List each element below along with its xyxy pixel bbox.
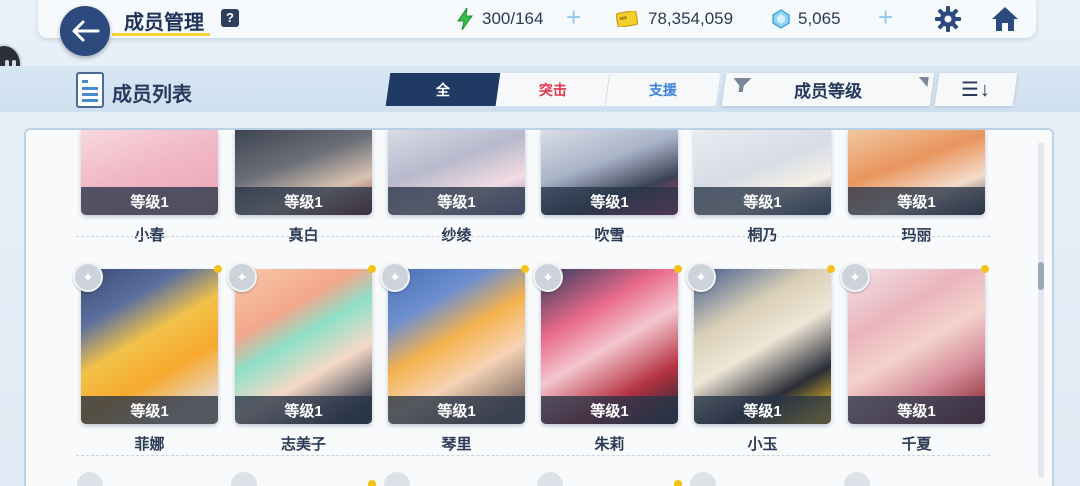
add-gems-button[interactable]: + (878, 4, 893, 30)
pin-icon[interactable]: ✦ (73, 262, 103, 292)
member-card[interactable]: 等级1 (541, 269, 678, 424)
dropdown-corner-icon (917, 77, 929, 87)
pin-icon[interactable]: ✦ (686, 262, 716, 292)
member-name: 玛丽 (901, 227, 932, 244)
sort-dropdown[interactable]: 成员等级 (721, 73, 935, 106)
title-underline (112, 33, 210, 36)
member-card[interactable]: 等级1 (235, 269, 372, 424)
row-divider (76, 455, 990, 456)
new-indicator-dot (368, 265, 376, 273)
member-card[interactable]: 等级1 (848, 130, 985, 215)
pin-icon[interactable]: ✦ (227, 262, 257, 292)
new-indicator-dot (674, 480, 682, 486)
sort-dropdown-label: 成员等级 (794, 82, 862, 101)
gear-icon[interactable] (934, 5, 962, 33)
new-indicator-dot (827, 265, 835, 273)
member-level: 等级1 (848, 187, 985, 215)
add-stamina-button[interactable]: + (566, 4, 581, 30)
member-name: 真白 (288, 227, 319, 244)
member-level: 等级1 (388, 187, 525, 215)
member-card[interactable]: 等级1 (235, 130, 372, 215)
filter-tab-support-label: 支援 (649, 81, 677, 98)
scrollbar-thumb[interactable] (1038, 262, 1044, 290)
member-level: 等级1 (235, 187, 372, 215)
filter-tab-support[interactable]: 支援 (605, 73, 721, 106)
member-card[interactable]: 等级1 (694, 269, 831, 424)
member-card[interactable]: 等级1 (81, 269, 218, 424)
member-name: 琴里 (441, 436, 472, 453)
member-name: 吹雪 (594, 227, 625, 244)
gems-value: 5,065 (798, 9, 841, 28)
member-name: 菲娜 (134, 436, 165, 453)
member-card[interactable]: 等级1 (81, 130, 218, 215)
pin-icon[interactable]: ✦ (380, 262, 410, 292)
member-level: 等级1 (694, 396, 831, 424)
filter-funnel-icon (732, 78, 752, 92)
member-level: 等级1 (541, 187, 678, 215)
page-title: 成员管理 (124, 12, 204, 34)
pin-icon[interactable]: ✦ (533, 262, 563, 292)
member-card[interactable]: 等级1 (541, 130, 678, 215)
filter-tab-strike[interactable]: 突击 (495, 73, 611, 106)
credit-card-icon (616, 11, 638, 27)
new-indicator-dot (214, 265, 222, 273)
member-card[interactable]: 等级1 (694, 130, 831, 215)
member-level: 等级1 (694, 187, 831, 215)
sort-order-button[interactable]: ☰↓ (934, 73, 1018, 106)
member-level: 等级1 (81, 396, 218, 424)
member-card[interactable]: 等级1 (848, 269, 985, 424)
member-name: 桐乃 (747, 227, 778, 244)
member-name: 千夏 (901, 436, 932, 453)
member-list-title: 成员列表 (112, 84, 192, 106)
new-indicator-dot (674, 265, 682, 273)
new-indicator-dot (521, 265, 529, 273)
credits-value: 78,354,059 (648, 9, 734, 28)
filter-tab-all-label: 全 (436, 81, 450, 98)
filter-tab-strike-label: 突击 (538, 81, 567, 98)
member-level: 等级1 (235, 396, 372, 424)
filter-tab-all[interactable]: 全 (385, 73, 501, 106)
help-button[interactable]: ? (221, 9, 239, 27)
member-level: 等级1 (388, 396, 525, 424)
home-icon[interactable] (990, 5, 1020, 33)
member-name: 小玉 (747, 436, 778, 453)
pin-icon[interactable]: ✦ (840, 262, 870, 292)
member-name: 纱绫 (441, 227, 472, 244)
back-button[interactable] (60, 6, 110, 56)
member-name: 志美子 (280, 436, 326, 453)
lightning-icon (457, 8, 473, 30)
member-name: 小春 (134, 227, 165, 244)
row-divider (76, 236, 990, 237)
member-name: 朱莉 (594, 436, 625, 453)
new-indicator-dot (368, 480, 376, 486)
member-card[interactable]: 等级1 (388, 130, 525, 215)
scrollbar-track[interactable] (1038, 142, 1044, 478)
member-level: 等级1 (541, 396, 678, 424)
member-level: 等级1 (848, 396, 985, 424)
member-card[interactable]: 等级1 (388, 269, 525, 424)
new-indicator-dot (981, 265, 989, 273)
stamina-value: 300/164 (482, 9, 544, 28)
member-level: 等级1 (81, 187, 218, 215)
sort-order-icon: ☰↓ (961, 79, 991, 101)
gem-icon (772, 9, 790, 29)
arrow-left-icon (72, 20, 100, 42)
member-list-icon (76, 72, 104, 108)
